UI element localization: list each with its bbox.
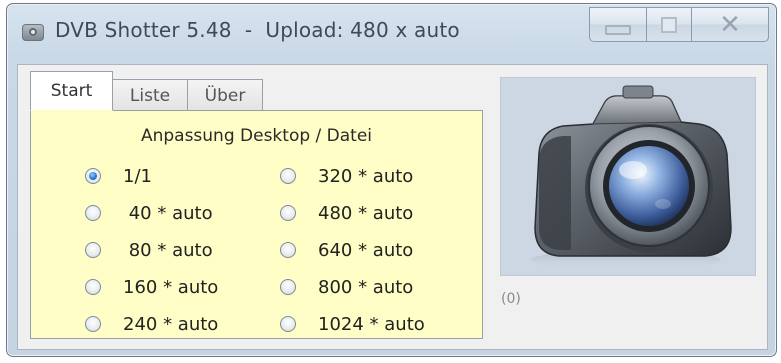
maximize-button[interactable] [646,7,691,42]
radio-option-160[interactable]: 160 * auto [85,275,218,299]
radio-label: 640 * auto [318,239,414,261]
radio-button[interactable] [280,316,296,332]
tab-strip: Start Liste Über [30,71,263,111]
radio-option-40[interactable]: 40 * auto [85,201,213,225]
client-area: Start Liste Über Anpassung Desktop / Dat… [17,64,768,350]
title-bar[interactable]: DVB Shotter 5.48 - Upload: 480 x auto ✕ [7,4,776,62]
camera-icon [531,85,732,270]
app-icon[interactable] [22,24,44,41]
radio-label: 800 * auto [318,276,414,298]
radio-option-480[interactable]: 480 * auto [280,201,413,225]
window-title: DVB Shotter 5.48 - Upload: 480 x auto [55,18,460,42]
preview-area[interactable] [500,77,756,276]
radio-label: 240 * auto [123,313,219,335]
radio-option-320[interactable]: 320 * auto [280,164,413,188]
radio-label: 480 * auto [318,202,414,224]
tab-liste[interactable]: Liste [112,79,188,111]
minimize-icon [605,24,631,35]
maximize-icon [661,16,677,33]
radio-label: 80 * auto [123,239,213,261]
panel-heading: Anpassung Desktop / Datei [140,126,373,146]
radio-button[interactable] [85,242,101,258]
close-button[interactable]: ✕ [691,7,769,42]
radio-option-1-1[interactable]: 1/1 [85,164,152,188]
radio-button[interactable] [280,279,296,295]
tab-ueber[interactable]: Über [187,79,263,111]
radio-label: 1024 * auto [318,313,425,335]
radio-button[interactable] [85,316,101,332]
radio-label: 160 * auto [123,276,219,298]
radio-label: 320 * auto [318,165,414,187]
radio-button[interactable] [85,205,101,221]
radio-option-240[interactable]: 240 * auto [85,312,218,336]
radio-label: 1/1 [123,165,152,187]
radio-option-640[interactable]: 640 * auto [280,238,413,262]
radio-label: 40 * auto [123,202,213,224]
radio-button[interactable] [85,168,101,184]
caption-buttons: ✕ [589,7,769,42]
radio-button[interactable] [280,168,296,184]
radio-button[interactable] [85,279,101,295]
close-icon: ✕ [719,9,741,40]
minimize-button[interactable] [589,7,646,42]
radio-option-800[interactable]: 800 * auto [280,275,413,299]
tab-start[interactable]: Start [30,71,113,111]
radio-button[interactable] [280,242,296,258]
radio-option-1024[interactable]: 1024 * auto [280,312,425,336]
app-window: DVB Shotter 5.48 - Upload: 480 x auto ✕ … [6,3,777,357]
status-count: (0) [501,291,521,307]
radio-button[interactable] [280,205,296,221]
start-tab-panel: Anpassung Desktop / Datei 1/1 40 * auto … [30,110,483,339]
radio-option-80[interactable]: 80 * auto [85,238,213,262]
